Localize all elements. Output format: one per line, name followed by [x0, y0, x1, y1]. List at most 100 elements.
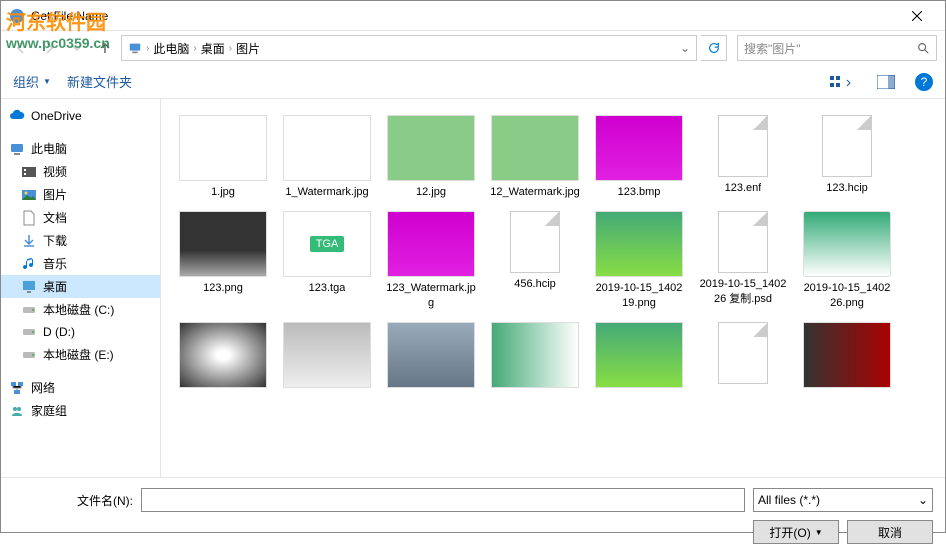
close-button[interactable] [897, 1, 937, 30]
search-icon [916, 41, 930, 55]
drive-icon [21, 302, 37, 318]
file-name: 1.jpg [211, 185, 235, 199]
sidebar-item-label: 音乐 [43, 255, 67, 272]
file-item[interactable]: 1_Watermark.jpg [277, 111, 377, 203]
chevron-down-icon[interactable]: ⌄ [680, 41, 690, 55]
refresh-button[interactable] [701, 35, 727, 61]
file-item[interactable]: 123.png [173, 207, 273, 314]
new-folder-button[interactable]: 新建文件夹 [67, 72, 132, 91]
forward-button[interactable] [37, 36, 61, 60]
sidebar-item-drive[interactable]: 本地磁盘 (E:) [1, 343, 160, 366]
crumb-0[interactable]: 此电脑 [153, 40, 189, 57]
file-item[interactable]: 123_Watermark.jpg [381, 207, 481, 314]
sidebar-item-label: OneDrive [31, 109, 82, 123]
file-item[interactable]: 456.hcip [485, 207, 585, 314]
file-item[interactable]: 1.jpg [173, 111, 273, 203]
sidebar-item-label: 下载 [43, 232, 67, 249]
sidebar-item-label: 本地磁盘 (E:) [43, 346, 114, 363]
back-button[interactable] [9, 36, 33, 60]
search-input[interactable]: 搜索"图片" [737, 35, 937, 61]
file-item[interactable]: 2019-10-15_140219.png [589, 207, 689, 314]
filename-label: 文件名(N): [13, 492, 133, 509]
crumb-1[interactable]: 桌面 [201, 40, 225, 57]
address-bar: › 此电脑 › 桌面 › 图片 ⌄ 搜索"图片" [1, 31, 945, 65]
sidebar-item-label: 视频 [43, 163, 67, 180]
file-name: 2019-10-15_140226 复制.psd [697, 277, 789, 306]
drive-icon [21, 324, 37, 340]
sidebar-item-network[interactable]: 网络 [1, 376, 160, 399]
file-list: 1.jpg 1_Watermark.jpg 12.jpg 12_Watermark.j… [161, 99, 945, 477]
network-icon [9, 380, 25, 396]
file-item[interactable]: 123.enf [693, 111, 793, 203]
sidebar-item-drive[interactable]: 本地磁盘 (C:) [1, 298, 160, 321]
file-item[interactable]: 123.hcip [797, 111, 897, 203]
file-name: 123_Watermark.jpg [385, 281, 477, 310]
file-name: 123.hcip [826, 181, 868, 195]
toolbar: 组织 ▼ 新建文件夹 ? [1, 65, 945, 99]
file-item[interactable]: 12.jpg [381, 111, 481, 203]
homegroup-icon [9, 403, 25, 419]
file-item[interactable]: 2019-10-15_140226.png [797, 207, 897, 314]
video-icon [21, 164, 37, 180]
file-item[interactable] [589, 318, 689, 396]
chevron-right-icon: › [193, 43, 196, 54]
file-name: 2019-10-15_140219.png [593, 281, 685, 310]
music-icon [21, 256, 37, 272]
view-options-button[interactable] [825, 72, 857, 92]
docs-icon [21, 210, 37, 226]
file-item[interactable]: 12_Watermark.jpg [485, 111, 585, 203]
preview-pane-button[interactable] [873, 73, 899, 91]
sidebar-item-docs[interactable]: 文档 [1, 206, 160, 229]
file-item[interactable] [693, 318, 793, 396]
file-name: 2019-10-15_140226.png [801, 281, 893, 310]
sidebar-item-pictures[interactable]: 图片 [1, 183, 160, 206]
sidebar-item-downloads[interactable]: 下载 [1, 229, 160, 252]
pc-icon [9, 141, 25, 157]
crumb-2[interactable]: 图片 [236, 40, 260, 57]
file-name: 123.bmp [618, 185, 661, 199]
navigation-sidebar: OneDrive 此电脑视频图片文档下载音乐桌面本地磁盘 (C:) D (D:) 本地… [1, 99, 161, 477]
open-button[interactable]: 打开(O)▼ [753, 520, 839, 544]
file-name: 12.jpg [416, 185, 446, 199]
cancel-button[interactable]: 取消 [847, 520, 933, 544]
file-item[interactable]: 2019-10-15_140226 复制.psd [693, 207, 793, 314]
cloud-icon [9, 108, 25, 124]
file-name: 123.tga [309, 281, 346, 295]
file-name: 12_Watermark.jpg [490, 185, 579, 199]
breadcrumb[interactable]: › 此电脑 › 桌面 › 图片 ⌄ [121, 35, 697, 61]
sidebar-item-label: 家庭组 [31, 402, 67, 419]
file-item[interactable]: TGA123.tga [277, 207, 377, 314]
window-title: Get File Name [31, 9, 897, 23]
sidebar-item-label: 网络 [31, 379, 55, 396]
filename-input[interactable] [141, 488, 745, 512]
sidebar-item-video[interactable]: 视频 [1, 160, 160, 183]
file-item[interactable] [485, 318, 585, 396]
file-name: 123.png [203, 281, 243, 295]
sidebar-item-desktop[interactable]: 桌面 [1, 275, 160, 298]
chevron-down-icon: ▼ [815, 528, 823, 537]
chevron-right-icon: › [146, 43, 149, 54]
pc-icon [128, 41, 142, 55]
file-name: 1_Watermark.jpg [285, 185, 368, 199]
sidebar-item-homegroup[interactable]: 家庭组 [1, 399, 160, 422]
file-item[interactable] [797, 318, 897, 396]
file-item[interactable]: 123.bmp [589, 111, 689, 203]
sidebar-item-label: 本地磁盘 (C:) [43, 301, 114, 318]
filetype-select[interactable]: All files (*.*) ⌄ [753, 488, 933, 512]
sidebar-item-music[interactable]: 音乐 [1, 252, 160, 275]
title-bar: Get File Name [1, 1, 945, 31]
file-item[interactable] [173, 318, 273, 396]
up-button[interactable] [93, 36, 117, 60]
sidebar-item-label: D (D:) [43, 325, 75, 339]
sidebar-item-pc[interactable]: 此电脑 [1, 137, 160, 160]
search-placeholder: 搜索"图片" [744, 40, 801, 57]
organize-button[interactable]: 组织 ▼ [13, 72, 51, 91]
file-name: 456.hcip [514, 277, 556, 291]
sidebar-item-cloud[interactable]: OneDrive [1, 105, 160, 127]
help-button[interactable]: ? [915, 73, 933, 91]
pictures-icon [21, 187, 37, 203]
file-item[interactable] [381, 318, 481, 396]
sidebar-item-drive[interactable]: D (D:) [1, 321, 160, 343]
file-item[interactable] [277, 318, 377, 396]
recent-button[interactable] [65, 36, 89, 60]
